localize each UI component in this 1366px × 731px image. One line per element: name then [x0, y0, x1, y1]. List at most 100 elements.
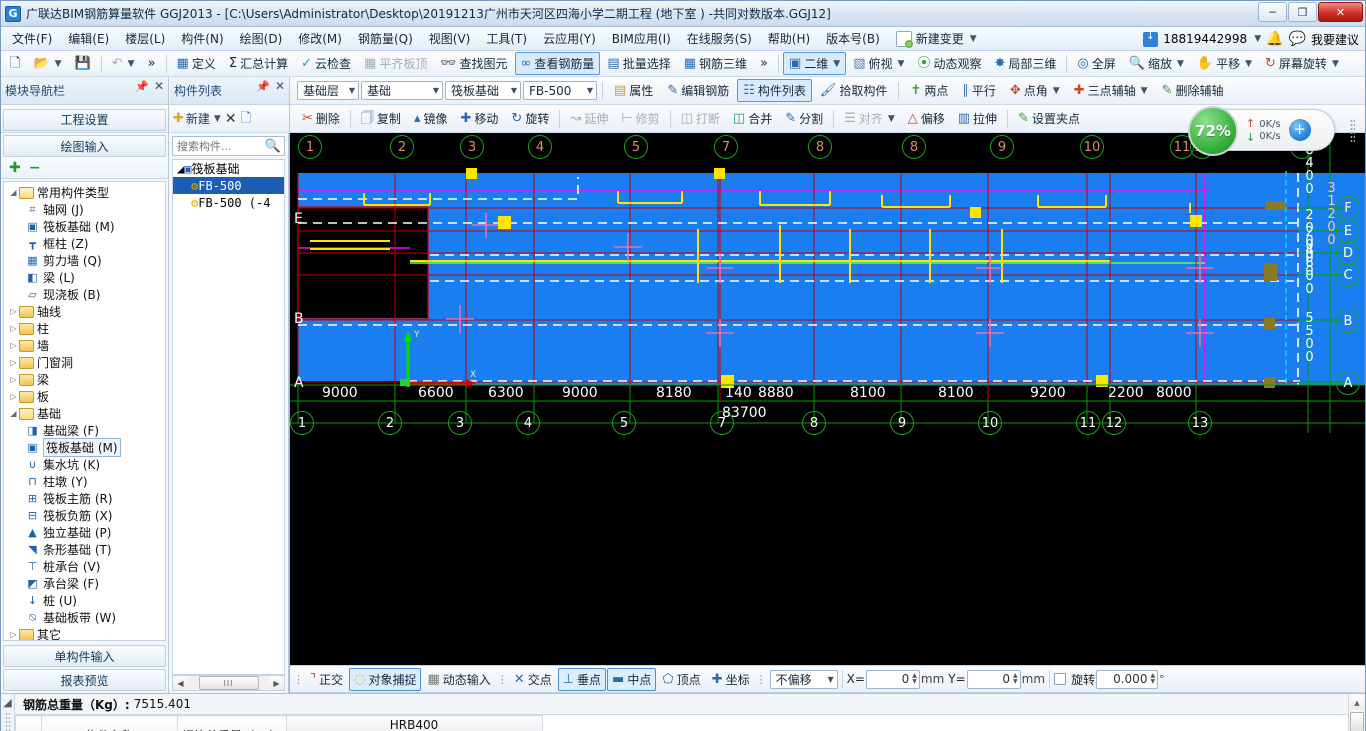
tree-expander-icon[interactable]: ▷ [8, 392, 19, 401]
undo-button[interactable]: ↶ ▼ [106, 54, 141, 73]
menu-rebar[interactable]: 钢筋量(Q) [351, 27, 420, 50]
toolbar-overflow-button[interactable]: » [142, 54, 162, 73]
pick-component-button[interactable]: 🖌 拾取构件 [814, 79, 894, 102]
nav-tree-item[interactable]: ⌗ 轴网 (J) [4, 201, 165, 218]
floor-selector[interactable]: 基础层 ▼ [297, 81, 359, 100]
intersection-snap-button[interactable]: ✕ 交点 [509, 668, 557, 691]
parallel-button[interactable]: ∥ 平行 [956, 79, 1002, 102]
nav-tree-item[interactable]: ⊞ 筏板主筋 (R) [4, 490, 165, 507]
menu-tools[interactable]: 工具(T) [479, 27, 534, 50]
menu-bim[interactable]: BIM应用(I) [605, 27, 678, 50]
merge-button[interactable]: ◫ 合并 [727, 107, 778, 130]
component-list-button[interactable]: ☷ 构件列表 [737, 79, 812, 102]
search-input[interactable] [173, 138, 265, 154]
toolbar-overflow-button-2[interactable]: » [754, 54, 774, 73]
component-tree-item[interactable]: ⚙ FB-500 (-4 [173, 194, 284, 211]
rebar-3d-button[interactable]: ▦ 钢筋三维 [678, 52, 753, 75]
fullscreen-button[interactable]: ◎ 全屏 [1071, 52, 1121, 75]
nav-tree-item[interactable]: ⍉ 基础板带 (W) [4, 609, 165, 626]
table-vscrollbar[interactable]: ▲ ▼ [1348, 694, 1365, 731]
edit-rebar-button[interactable]: ✎ 编辑钢筋 [661, 79, 735, 102]
define-button[interactable]: ▦ 定义 [171, 52, 222, 75]
nav-tree-item[interactable]: ◨ 基础梁 (F) [4, 422, 165, 439]
pin-icon[interactable]: 📌 [135, 80, 149, 93]
widget-grip-icon[interactable] [1350, 119, 1355, 143]
screen-rotate-button[interactable]: ↻ 屏幕旋转 ▼ [1259, 52, 1345, 75]
component-tree-hscrollbar[interactable]: ◀ III ▶ [172, 675, 285, 691]
component-tree-item[interactable]: ◢ ▣ 筏板基础 [173, 160, 284, 177]
delete-component-icon[interactable]: ✕ [225, 112, 237, 126]
nav-tree-item[interactable]: ◧ 梁 (L) [4, 269, 165, 286]
close-icon[interactable]: ✕ [275, 79, 285, 93]
tree-expander-icon[interactable]: ▷ [8, 324, 19, 333]
nav-tree-item[interactable]: ▷ 墙 [4, 337, 165, 354]
panel-grip[interactable]: ◢ [1, 694, 15, 731]
menu-help[interactable]: 帮助(H) [761, 27, 817, 50]
split-button[interactable]: ✎ 分割 [779, 107, 829, 130]
stretch-button[interactable]: ▥ 拉伸 [952, 107, 1003, 130]
tree-expander-icon[interactable]: ◢ [177, 162, 184, 176]
rotate-checkbox[interactable] [1054, 673, 1067, 685]
ortho-button[interactable]: ⌝ 正交 [305, 668, 348, 691]
nav-tree-item[interactable]: ◢ 基础 [4, 405, 165, 422]
scroll-thumb[interactable]: III [198, 676, 259, 690]
category-selector[interactable]: 基础 ▼ [361, 81, 443, 100]
scroll-up-button[interactable]: ▲ [1349, 695, 1365, 710]
menu-version[interactable]: 版本号(B) [819, 27, 887, 50]
midpoint-snap-button[interactable]: ▬ 中点 [607, 667, 657, 691]
x-input[interactable]: 0 ▲ ▼ [865, 669, 920, 689]
y-input[interactable]: 0 ▲ ▼ [966, 669, 1021, 689]
account-label[interactable]: 18819442998 [1163, 32, 1247, 46]
offset-button[interactable]: △ 偏移 [902, 107, 951, 130]
copy-component-icon[interactable]: 🗋 [241, 112, 251, 125]
nav-tree-item[interactable]: ◩ 承台梁 (F) [4, 575, 165, 592]
chevron-down-icon[interactable]: ▼ [1254, 34, 1261, 44]
three-point-aux-button[interactable]: ✚ 三点辅轴 ▼ [1068, 79, 1154, 102]
nav-tree-item[interactable]: ◥ 条形基础 (T) [4, 541, 165, 558]
menu-file[interactable]: 文件(F) [5, 27, 59, 50]
minimize-button[interactable]: ─ [1258, 2, 1287, 22]
suggest-label[interactable]: 我要建议 [1311, 31, 1359, 48]
nav-tree-item[interactable]: ▷ 梁 [4, 371, 165, 388]
close-icon[interactable]: ✕ [154, 79, 164, 93]
scroll-left-button[interactable]: ◀ [173, 676, 188, 690]
menu-floor[interactable]: 楼层(L) [118, 27, 172, 50]
module-tree[interactable]: ◢ 常用构件类型 ⌗ 轴网 (J) ▣ 筏板基础 (M) ┳ 框柱 (Z) ▦ 剪力墙 (Q) ◧ 梁… [3, 181, 166, 641]
top-view-button[interactable]: ▧ 俯视 ▼ [847, 52, 910, 75]
rebar-table[interactable]: 构件名称钢筋总重量（Kg）HRB400625合计2FB-500[11323]17… [15, 715, 543, 731]
tree-expander-icon[interactable]: ▷ [8, 375, 19, 384]
nav-tree-item[interactable]: ┳ 框柱 (Z) [4, 235, 165, 252]
tree-expander-icon[interactable]: ▷ [8, 358, 19, 367]
offset-mode-selector[interactable]: 不偏移 ▼ [769, 669, 838, 689]
nav-tree-item[interactable]: ▣ 筏板基础 (M) [4, 438, 165, 457]
new-file-button[interactable]: 🗋 [4, 54, 26, 73]
view-rebar-amount-button[interactable]: ∞ 查看钢筋量 [514, 52, 601, 75]
component-type-selector[interactable]: 筏板基础 ▼ [445, 81, 521, 100]
network-status-widget[interactable]: 72% ↑ ↓ 0K/s 0K/s + [1188, 106, 1335, 156]
save-button[interactable]: 💾 [69, 54, 97, 73]
nav-tree-item[interactable]: ∪ 集水坑 (K) [4, 456, 165, 473]
extend-button[interactable]: ↝ 延伸 [564, 107, 614, 130]
nav-tree-item[interactable]: ↓ 桩 (U) [4, 592, 165, 609]
collapse-panel-icon[interactable]: ◢ [3, 696, 11, 709]
total-weight-header[interactable]: 钢筋总重量（Kg） [177, 715, 287, 731]
maximize-button[interactable]: ❐ [1288, 2, 1317, 22]
nav-tree-item[interactable]: ⊓ 柱墩 (Y) [4, 473, 165, 490]
bell-icon[interactable]: 🔔 [1266, 31, 1283, 47]
search-component-box[interactable]: 🔍 [172, 136, 285, 156]
menu-cloud[interactable]: 云应用(Y) [536, 27, 603, 50]
two-point-button[interactable]: ✝ 两点 [904, 79, 954, 102]
nav-tab-report-preview[interactable]: 报表预览 [3, 669, 166, 691]
pan-button[interactable]: ✋ 平移 ▼ [1191, 52, 1258, 75]
nav-tree-item[interactable]: ⊤ 桩承台 (V) [4, 558, 165, 575]
align-slab-top-button[interactable]: ▦ 平齐板顶 [358, 52, 433, 75]
nav-tree-item[interactable]: ▷ 门窗洞 [4, 354, 165, 371]
spinner-arrows-icon[interactable]: ▲ ▼ [1013, 673, 1018, 685]
copy-button[interactable]: 🗍 复制 [355, 107, 407, 130]
new-change-button[interactable]: 新建变更 ▼ [889, 27, 984, 50]
rebar-table-scroll[interactable]: 构件名称钢筋总重量（Kg）HRB400625合计2FB-500[11323]17… [15, 714, 1348, 731]
tree-expander-icon[interactable]: ▷ [8, 307, 19, 316]
object-snap-button[interactable]: ◌ 对象捕捉 [349, 667, 422, 691]
nav-tree-item[interactable]: ▷ 轴线 [4, 303, 165, 320]
summary-calc-button[interactable]: Σ 汇总计算 [223, 52, 294, 75]
